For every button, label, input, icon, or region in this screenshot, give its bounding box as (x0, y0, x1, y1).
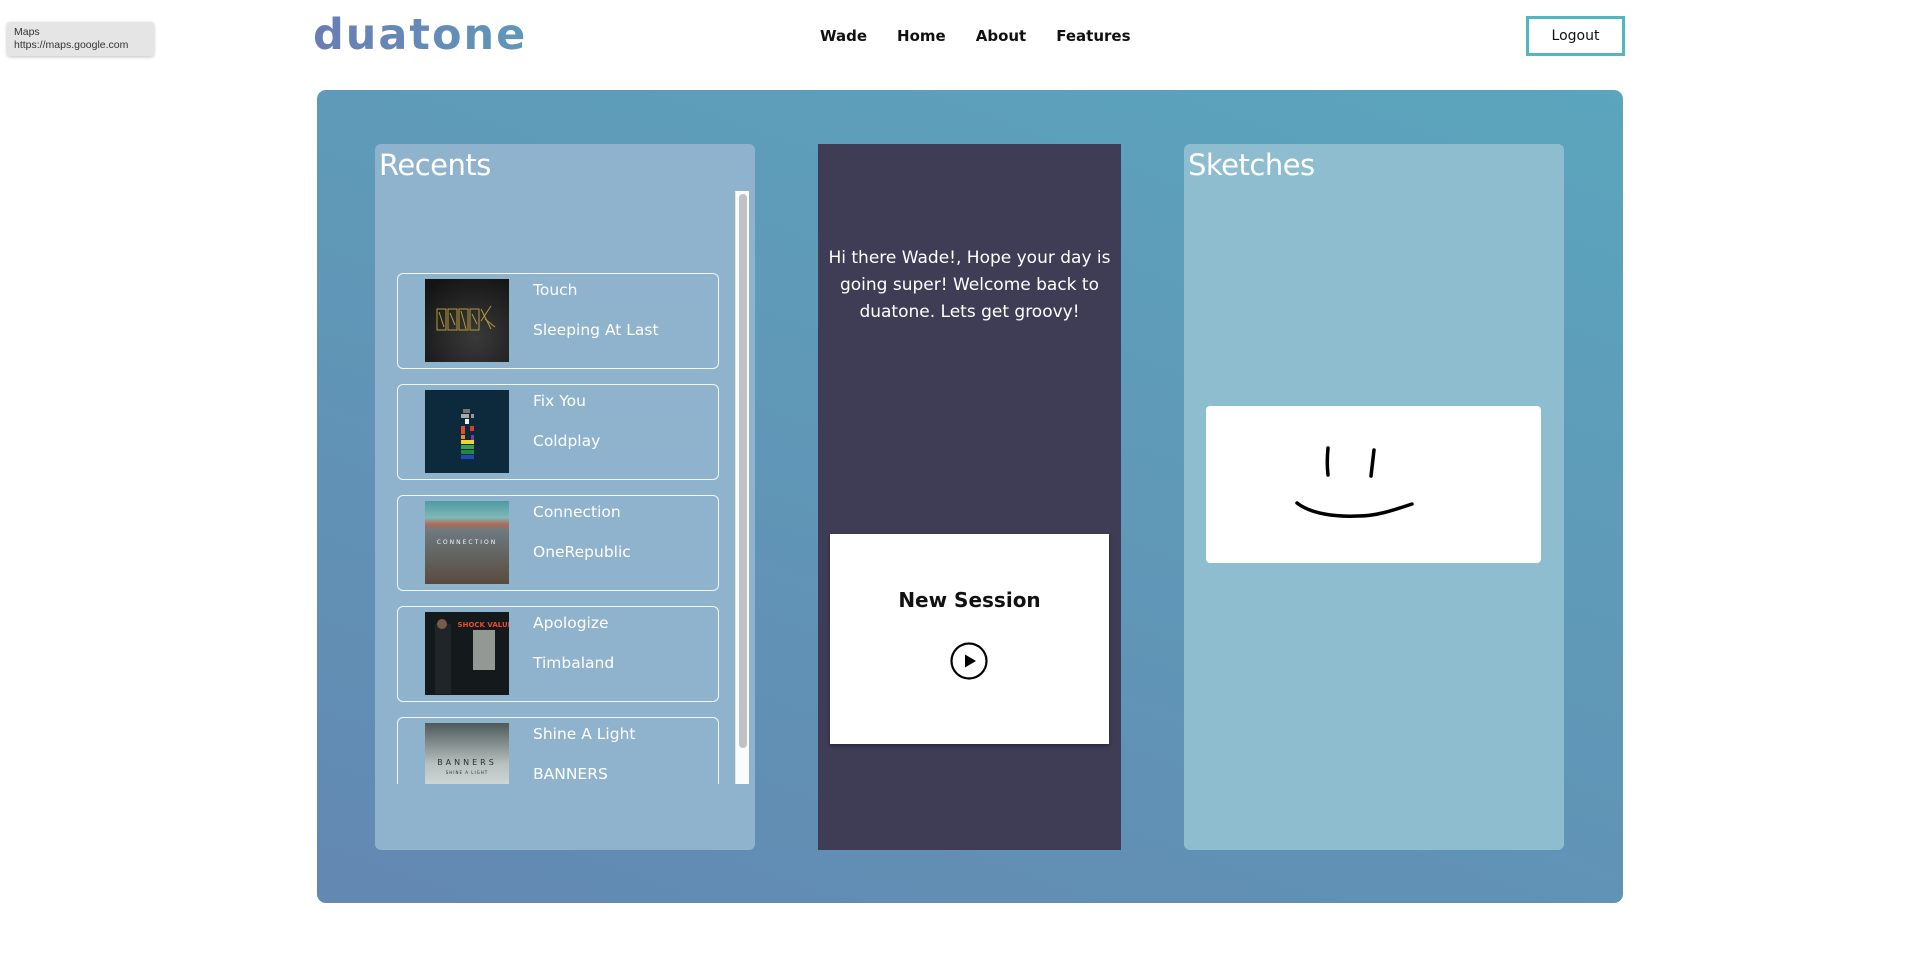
album-cover-touch (425, 279, 509, 362)
track-item[interactable]: Fix You Coldplay (397, 384, 719, 480)
album-cover-x-and-y (425, 390, 509, 473)
track-item[interactable]: Touch Sleeping At Last (397, 273, 719, 369)
svg-text:SHINE A LIGHT: SHINE A LIGHT (446, 770, 488, 775)
smiley-sketch-icon (1295, 446, 1414, 518)
nav-item-user[interactable]: Wade (820, 26, 867, 46)
sketches-panel: Sketches (1184, 144, 1564, 850)
new-session-button[interactable]: New Session (830, 534, 1109, 744)
track-artist: OneRepublic (533, 543, 631, 561)
track-item[interactable]: CONNECTION Connection OneRepublic (397, 495, 719, 591)
album-cover-shock-value: SHOCK VALUE (425, 612, 509, 695)
track-item[interactable]: BANNERS SHINE A LIGHT Shine A Light BANN… (397, 717, 719, 784)
recents-title: Recents (379, 148, 491, 182)
album-cover-connection: CONNECTION (425, 501, 509, 584)
recents-scrollbar[interactable] (735, 191, 749, 784)
svg-text:SHOCK VALUE: SHOCK VALUE (458, 621, 509, 629)
track-title: Shine A Light (533, 725, 636, 743)
nav-item-features[interactable]: Features (1056, 26, 1130, 46)
track-artist: Sleeping At Last (533, 321, 659, 339)
sketches-title: Sketches (1188, 148, 1315, 182)
welcome-message: Hi there Wade!, Hope your day is going s… (828, 248, 1111, 322)
track-artist: Coldplay (533, 432, 601, 450)
tooltip-url: https://maps.google.com (14, 39, 129, 51)
album-cover-shine-a-light: BANNERS SHINE A LIGHT (425, 723, 509, 784)
track-title: Connection (533, 503, 621, 521)
dashboard-container: Recents Touch Sleeping At Last Fix You C… (317, 90, 1623, 903)
track-artist: BANNERS (533, 765, 608, 783)
new-session-label: New Session (898, 588, 1041, 612)
main-nav: Wade Home About Features (820, 26, 1161, 46)
logo[interactable]: duatone (313, 10, 527, 60)
play-icon[interactable] (950, 642, 988, 680)
track-title: Apologize (533, 614, 609, 632)
track-artist: Timbaland (533, 654, 615, 672)
nav-item-home[interactable]: Home (897, 26, 946, 46)
nav-item-about[interactable]: About (976, 26, 1027, 46)
tooltip-title: Maps (14, 26, 40, 38)
welcome-panel: Hi there Wade!, Hope your day is going s… (818, 144, 1121, 850)
logout-button[interactable]: Logout (1526, 16, 1625, 56)
track-title: Touch (533, 281, 578, 299)
track-title: Fix You (533, 392, 586, 410)
track-item[interactable]: SHOCK VALUE Apologize Timbaland (397, 606, 719, 702)
svg-text:CONNECTION: CONNECTION (437, 539, 498, 546)
scrollbar-thumb[interactable] (739, 194, 747, 748)
recents-list[interactable]: Touch Sleeping At Last Fix You Coldplay … (397, 192, 747, 784)
recents-panel: Recents Touch Sleeping At Last Fix You C… (375, 144, 755, 850)
svg-text:BANNERS: BANNERS (437, 758, 497, 767)
link-tooltip: Maps https://maps.google.com (7, 22, 154, 56)
sketch-thumbnail[interactable] (1206, 406, 1541, 563)
